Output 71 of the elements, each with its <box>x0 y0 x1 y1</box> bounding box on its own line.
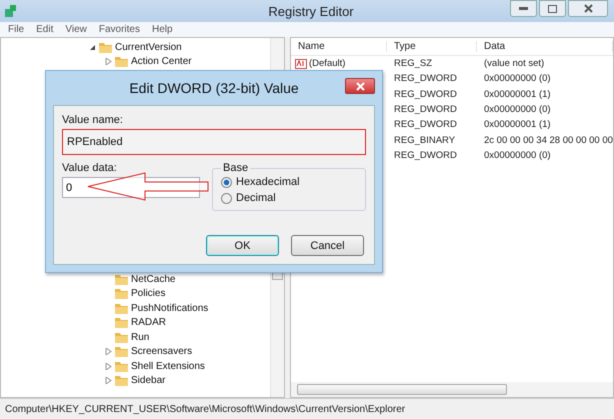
table-cell-text: 0x00000001 (1) <box>483 88 551 100</box>
dialog-title: Edit DWORD (32-bit) Value <box>129 80 299 96</box>
column-header[interactable]: Type <box>387 41 477 52</box>
dialog-button[interactable]: Cancel <box>291 235 364 256</box>
radio-button[interactable] <box>221 192 232 204</box>
folder-icon <box>115 375 128 386</box>
table-cell-text: REG_DWORD <box>393 104 457 116</box>
table-cell-text: 2c 00 00 00 34 28 00 00 00 00 <box>483 134 613 146</box>
expand-arrow-icon[interactable] <box>105 58 112 66</box>
collapse-arrow-icon[interactable] <box>89 44 96 51</box>
menu-item[interactable]: File <box>8 24 24 35</box>
tree-item[interactable]: Action Center <box>131 56 192 68</box>
menu-item[interactable]: View <box>65 24 87 35</box>
folder-icon <box>99 42 112 53</box>
table-cell-text: REG_DWORD <box>393 119 457 130</box>
string-value-icon <box>295 58 307 69</box>
table-cell-text: 0x00000000 (0) <box>483 104 551 116</box>
tree-item[interactable]: Policies <box>131 288 166 300</box>
tree-item[interactable]: Screensavers <box>131 346 192 358</box>
tree-item[interactable]: Sidebar <box>131 375 166 386</box>
table-cell-text: REG_DWORD <box>393 73 457 84</box>
radio-label[interactable]: Hexadecimal <box>236 176 300 188</box>
column-header[interactable]: Name <box>291 41 387 52</box>
table-cell: (Default) <box>309 58 346 70</box>
column-header[interactable]: Data <box>477 41 613 52</box>
maximize-button[interactable] <box>539 0 566 17</box>
table-cell-text: REG_DWORD <box>393 88 457 100</box>
tree-item[interactable]: PushNotifications <box>131 302 208 314</box>
close-icon <box>356 82 364 90</box>
close-button[interactable] <box>568 0 608 17</box>
window-title: Registry Editor <box>267 4 355 18</box>
folder-icon <box>115 302 128 314</box>
folder-icon <box>115 346 128 358</box>
value-name-field[interactable]: RPEnabled <box>62 129 366 155</box>
table-cell-text: 0x00000000 (0) <box>483 150 551 161</box>
table-cell-text: 0x00000001 (1) <box>483 119 551 130</box>
menu-item[interactable]: Edit <box>36 24 54 35</box>
minimize-icon <box>519 7 528 10</box>
table-cell-text: REG_SZ <box>393 58 432 70</box>
tree-item[interactable]: CurrentVersion <box>115 42 182 53</box>
folder-icon <box>115 360 128 372</box>
scrollbar-thumb[interactable] <box>297 384 507 395</box>
table-cell-text: 0x00000000 (0) <box>483 73 551 84</box>
maximize-icon <box>548 4 557 12</box>
folder-icon <box>115 56 128 68</box>
dialog-button[interactable]: OK <box>206 235 279 256</box>
field-label: Value name: <box>62 114 124 126</box>
status-bar-path: Computer\HKEY_CURRENT_USER\Software\Microsoft\Windows\CurrentVersion\Explorer <box>5 404 406 414</box>
group-label: Base <box>222 162 250 174</box>
close-icon <box>584 4 592 13</box>
minimize-button[interactable] <box>510 0 537 17</box>
radio-label[interactable]: Decimal <box>236 192 276 204</box>
table-cell-text: REG_DWORD <box>393 150 457 161</box>
table-cell-text: REG_BINARY <box>393 134 456 146</box>
tree-item[interactable]: RADAR <box>131 317 166 328</box>
tree-item[interactable]: NetCache <box>131 274 176 285</box>
scrollbar[interactable] <box>291 382 613 397</box>
table-cell-text: (value not set) <box>483 58 544 70</box>
folder-icon <box>115 274 128 285</box>
folder-icon <box>115 317 128 328</box>
registry-icon <box>4 4 18 18</box>
field-label: Value data: <box>62 162 118 174</box>
tree-item[interactable]: Shell Extensions <box>131 360 205 372</box>
menu-item[interactable]: Favorites <box>98 24 140 35</box>
value-data-field[interactable]: 0 <box>62 177 200 198</box>
folder-icon <box>115 288 128 300</box>
menu-item[interactable]: Help <box>152 24 173 35</box>
close-button[interactable] <box>345 78 375 94</box>
folder-icon <box>115 332 128 343</box>
radio-button[interactable] <box>221 176 232 188</box>
tree-item[interactable]: Run <box>131 332 150 343</box>
